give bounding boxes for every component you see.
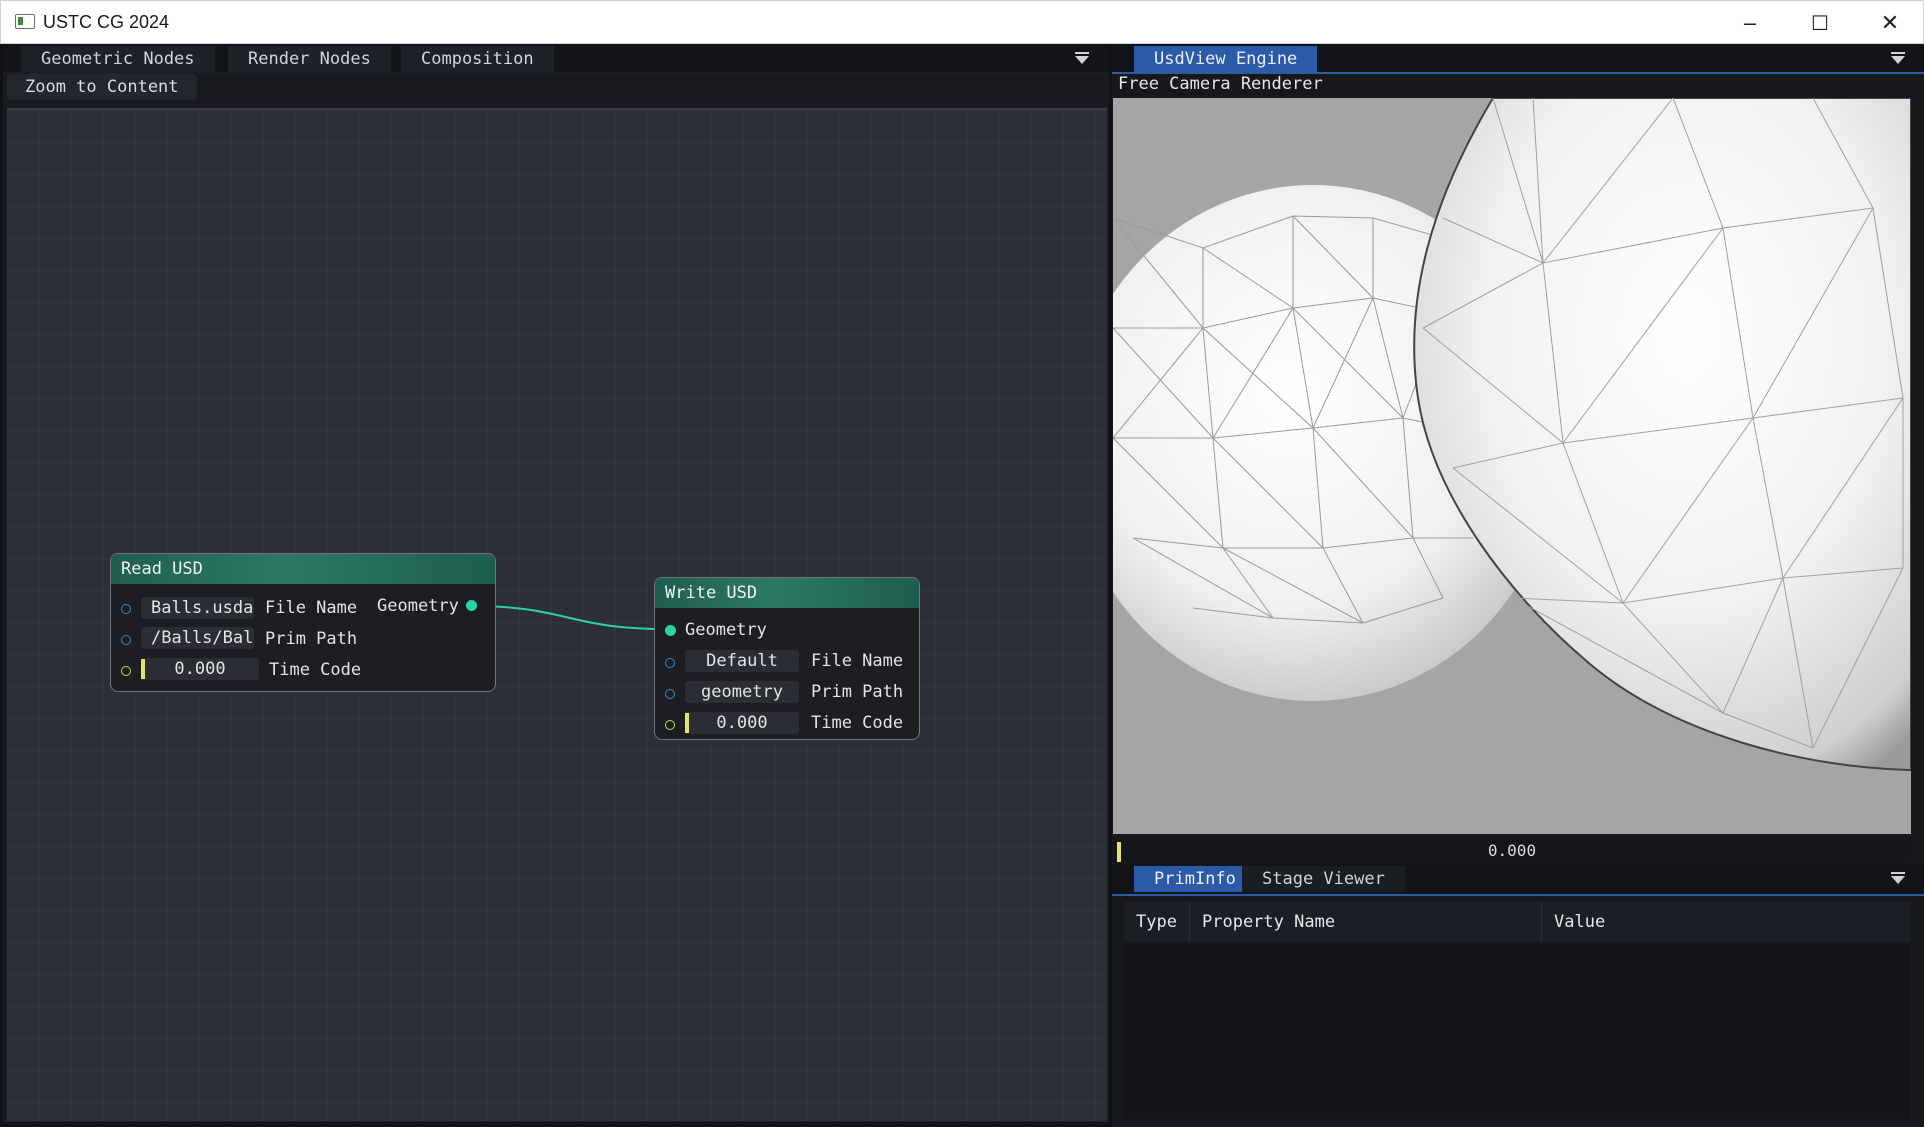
read-file-name-field[interactable]: Balls.usda [141,597,254,619]
read-time-code-field[interactable]: 0.000 [141,658,259,680]
priminfo-table-body [1124,944,1910,1119]
write-time-code-label: Time Code [811,713,904,733]
time-code-input-pin[interactable] [121,666,131,676]
geometry-input-pin[interactable] [665,625,676,636]
window-titlebar: USTC CG 2024 – ☐ ✕ [0,0,1924,44]
write-usd-node[interactable]: Write USD Geometry Default File Name geo… [654,577,920,740]
read-prim-path-label: Prim Path [265,629,358,649]
write-file-name-label: File Name [811,651,904,671]
node-editor-panel: Geometric Nodes Render Nodes Composition… [3,44,1109,1123]
tab-priminfo[interactable]: PrimInfo [1134,866,1256,892]
read-usd-node[interactable]: Read USD Balls.usda File Name Geometry /… [110,553,496,692]
write-time-code-input-pin[interactable] [665,720,675,730]
column-value[interactable]: Value [1542,902,1910,942]
maximize-button[interactable]: ☐ [1785,1,1855,45]
read-geometry-output-label: Geometry [377,596,459,616]
timeline-value: 0.000 [1487,841,1537,860]
app-icon [15,14,35,29]
node-graph-canvas[interactable]: Read USD Balls.usda File Name Geometry /… [7,108,1107,1121]
write-time-code-field[interactable]: 0.000 [685,712,799,734]
file-name-input-pin[interactable] [121,604,131,614]
usdview-tabbar: UsdView Engine [1112,44,1924,74]
spheres-render [1113,98,1911,772]
write-file-name-field[interactable]: Default [685,650,799,672]
geometry-output-pin[interactable] [466,600,477,611]
column-type[interactable]: Type [1124,902,1190,942]
write-time-code-grab[interactable] [685,713,689,733]
write-usd-title: Write USD [655,578,919,608]
usdview-panel: UsdView Engine Free Camera Renderer 0.00… [1112,44,1924,1127]
write-geometry-input-label: Geometry [685,620,767,640]
column-property-name[interactable]: Property Name [1190,902,1542,942]
minimize-button[interactable]: – [1715,1,1785,45]
priminfo-tabbar: PrimInfo Stage Viewer [1112,864,1924,896]
renderer-label: Free Camera Renderer [1118,74,1323,94]
tab-render-nodes[interactable]: Render Nodes [228,46,391,72]
read-time-code-grab[interactable] [141,659,145,679]
write-prim-path-field[interactable]: geometry [685,681,799,703]
read-file-name-label: File Name [265,598,358,618]
timeline-slider[interactable]: 0.000 [1113,840,1911,862]
tab-geometric-nodes[interactable]: Geometric Nodes [21,46,215,72]
priminfo-panel-menu-icon[interactable] [1891,872,1905,884]
usdview-panel-menu-icon[interactable] [1891,52,1905,64]
tab-usdview-engine[interactable]: UsdView Engine [1134,46,1318,72]
zoom-to-content-button[interactable]: Zoom to Content [7,74,197,100]
prim-path-input-pin[interactable] [121,635,131,645]
render-viewport[interactable] [1113,98,1911,834]
write-prim-path-input-pin[interactable] [665,689,675,699]
priminfo-table-header: Type Property Name Value [1124,902,1910,942]
tab-stage-viewer[interactable]: Stage Viewer [1242,866,1405,892]
read-usd-title: Read USD [111,554,495,584]
window-title: USTC CG 2024 [43,12,170,32]
panel-menu-icon[interactable] [1075,52,1089,64]
read-time-code-label: Time Code [269,660,362,680]
write-prim-path-label: Prim Path [811,682,904,702]
tab-composition[interactable]: Composition [401,46,554,72]
close-button[interactable]: ✕ [1855,1,1924,45]
write-file-name-input-pin[interactable] [665,658,675,668]
node-editor-tabbar: Geometric Nodes Render Nodes Composition [3,44,1109,74]
read-prim-path-field[interactable]: /Balls/Balls [141,627,254,649]
